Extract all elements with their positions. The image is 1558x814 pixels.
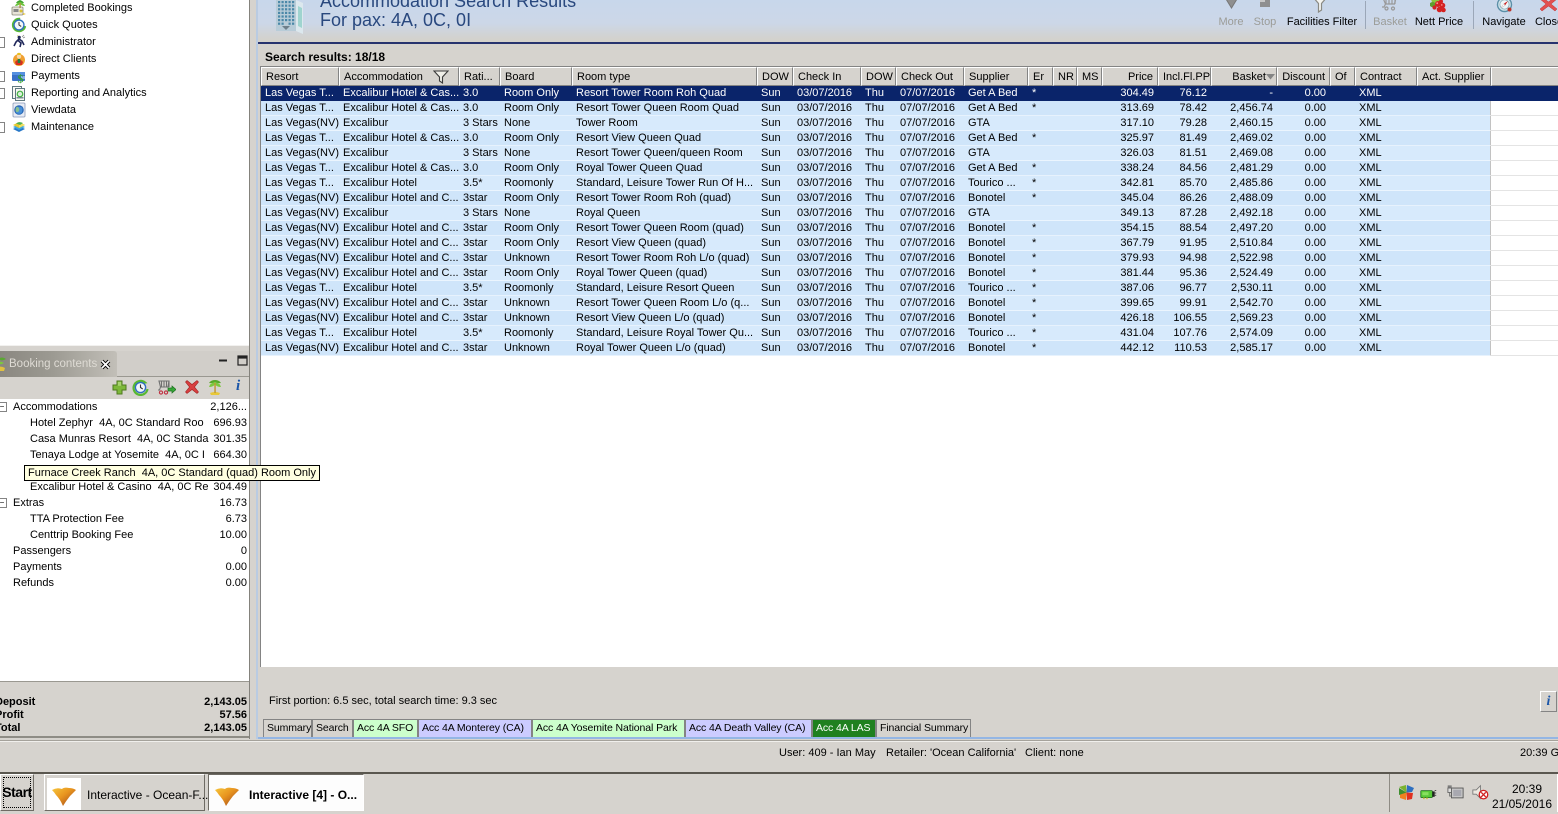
svg-text:$: $: [18, 72, 24, 85]
